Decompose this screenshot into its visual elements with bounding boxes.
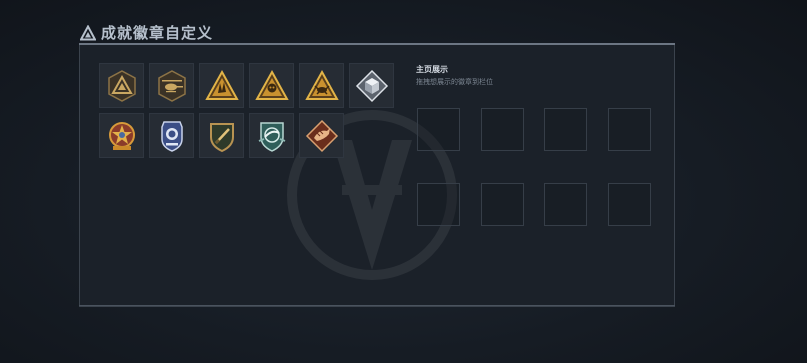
display-slot-7[interactable] xyxy=(544,183,587,226)
badge-star-medal[interactable] xyxy=(99,113,144,158)
display-slot-8[interactable] xyxy=(608,183,651,226)
display-slot-2[interactable] xyxy=(481,108,524,151)
blade-shield-icon xyxy=(209,122,234,152)
display-section-title: 主页展示 xyxy=(416,65,448,74)
police-shield-icon xyxy=(160,120,183,152)
display-slot-1[interactable] xyxy=(417,108,460,151)
skull-triangle-icon xyxy=(254,69,289,100)
cube-diamond-icon xyxy=(355,69,388,102)
badge-cube-silver[interactable] xyxy=(349,63,394,108)
display-slot-6[interactable] xyxy=(481,183,524,226)
page-title-text: 成就徽章自定义 xyxy=(101,24,214,42)
wing-shield-icon xyxy=(258,121,285,152)
triangle-warning-icon xyxy=(80,24,96,40)
helicopter-emblem-icon xyxy=(157,69,186,102)
page-title: 成就徽章自定义 xyxy=(80,22,213,43)
badge-skull-gold[interactable] xyxy=(249,63,294,108)
crab-triangle-icon xyxy=(304,69,339,100)
dragon-diamond-icon xyxy=(305,119,338,152)
star-medal-icon xyxy=(108,121,135,150)
panel-top-divider xyxy=(79,43,675,45)
display-slot-3[interactable] xyxy=(544,108,587,151)
badge-triangle-bronze[interactable] xyxy=(99,63,144,108)
panel-bottom-divider xyxy=(79,305,675,306)
triangle-emblem-icon xyxy=(107,69,136,102)
hand-triangle-icon xyxy=(204,69,239,100)
badge-dragon-diamond[interactable] xyxy=(299,113,344,158)
badge-crab-gold[interactable] xyxy=(299,63,344,108)
display-slot-4[interactable] xyxy=(608,108,651,151)
badge-police-shield[interactable] xyxy=(149,113,194,158)
badge-helicopter[interactable] xyxy=(149,63,194,108)
badge-hand-gold[interactable] xyxy=(199,63,244,108)
display-section-hint: 拖拽想展示的徽章到栏位 xyxy=(416,78,493,86)
badge-blade-shield[interactable] xyxy=(199,113,244,158)
badge-wing-shield[interactable] xyxy=(249,113,294,158)
display-slot-5[interactable] xyxy=(417,183,460,226)
badge-collection-grid xyxy=(99,63,394,158)
